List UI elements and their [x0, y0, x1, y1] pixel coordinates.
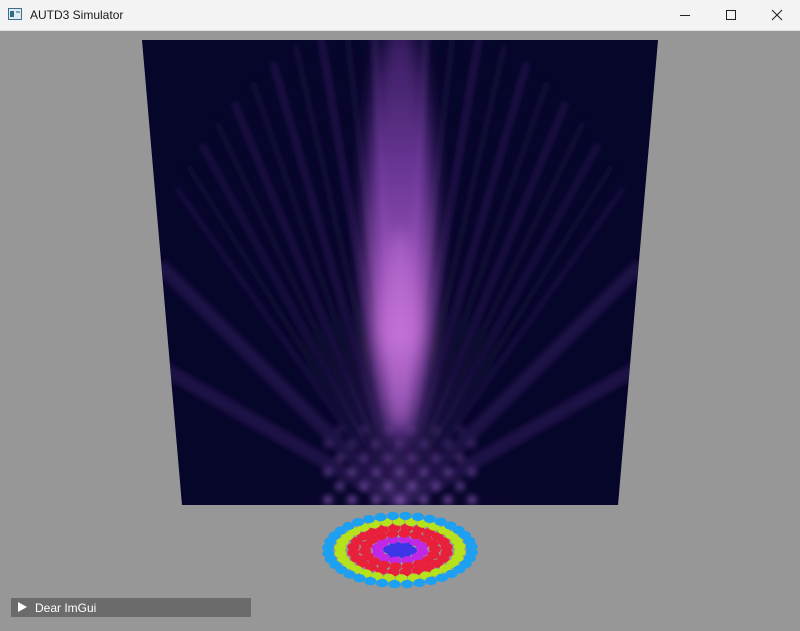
interference-spot [455, 481, 465, 491]
interference-spot [407, 453, 417, 463]
interference-spot [455, 425, 465, 435]
transducer [401, 579, 414, 589]
interference-spot [419, 439, 429, 449]
transducer [388, 579, 401, 589]
minimize-button[interactable] [662, 0, 708, 30]
interference-spot [371, 439, 381, 449]
interference-spot [431, 481, 441, 491]
transducer [376, 578, 389, 588]
window-title: AUTD3 Simulator [30, 8, 124, 22]
interference-spot [347, 495, 357, 505]
transducer [435, 573, 448, 583]
interference-spot [467, 439, 477, 449]
interference-spot [443, 467, 453, 477]
interference-spot [407, 481, 417, 491]
interference-spot [359, 481, 369, 491]
transducer [386, 511, 399, 521]
interference-spot [371, 467, 381, 477]
interference-spot [443, 439, 453, 449]
interference-spot [323, 495, 333, 505]
interference-spot [383, 481, 393, 491]
interference-spot [323, 439, 333, 449]
transducer [415, 542, 428, 551]
interference-spot [395, 467, 405, 477]
app-icon [8, 8, 22, 20]
interference-spot [431, 453, 441, 463]
imgui-window-header[interactable]: Dear ImGui [11, 598, 251, 617]
maximize-button[interactable] [708, 0, 754, 30]
interference-spot [443, 495, 453, 505]
interference-spot [455, 453, 465, 463]
interference-spot [347, 467, 357, 477]
interference-spot [383, 453, 393, 463]
interference-spot [359, 425, 369, 435]
interference-spot [419, 467, 429, 477]
interference-spot [335, 481, 345, 491]
transducer [423, 514, 436, 524]
interference-spot [383, 425, 393, 435]
interference-spot [467, 495, 477, 505]
transducer [411, 512, 424, 522]
transducer [362, 514, 375, 524]
transducer [459, 559, 472, 569]
transducer [352, 517, 365, 527]
interference-spot [323, 467, 333, 477]
interference-spot [335, 425, 345, 435]
interference-spot [347, 439, 357, 449]
interference-spot [419, 495, 429, 505]
close-icon [771, 9, 783, 21]
interference-spot [335, 453, 345, 463]
simulation-viewport[interactable]: Dear ImGui [0, 31, 800, 631]
interference-spot [371, 495, 381, 505]
interference-spot [467, 467, 477, 477]
transducer-array [322, 511, 478, 589]
title-bar[interactable]: AUTD3 Simulator [0, 0, 800, 31]
expand-arrow-icon[interactable] [18, 602, 27, 612]
imgui-window-title: Dear ImGui [35, 601, 97, 615]
transducer [425, 576, 438, 586]
interference-spot [359, 453, 369, 463]
close-button[interactable] [754, 0, 800, 30]
transducer [440, 548, 453, 558]
transducer [399, 511, 412, 521]
interference-spot [395, 439, 405, 449]
interference-spot [407, 425, 417, 435]
interference-spot [395, 495, 405, 505]
transducer [374, 512, 387, 522]
transducer [428, 544, 441, 554]
transducer [364, 576, 377, 586]
maximize-icon [726, 10, 736, 20]
transducer [413, 578, 426, 588]
minimize-icon [680, 15, 690, 16]
interference-spot [431, 425, 441, 435]
